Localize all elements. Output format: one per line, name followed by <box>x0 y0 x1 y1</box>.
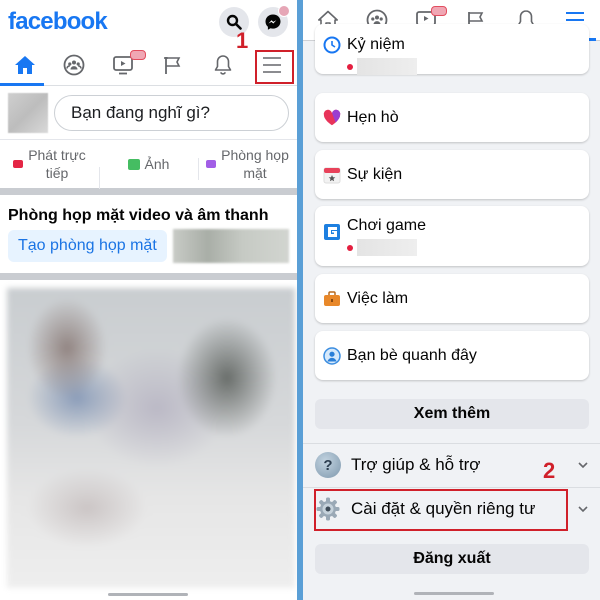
photo-button[interactable]: Ảnh <box>99 155 198 190</box>
chevron-down-icon <box>578 462 588 469</box>
home-icon <box>14 55 35 74</box>
user-avatar[interactable] <box>8 92 48 133</box>
bell-icon <box>214 54 232 75</box>
events-icon <box>323 166 341 184</box>
tab-home[interactable] <box>0 44 50 86</box>
feed-post-image[interactable] <box>7 288 295 588</box>
groups-icon <box>63 54 85 75</box>
post-composer: Bạn đang nghĩ gì? <box>0 86 297 140</box>
gaming-icon <box>323 223 341 241</box>
messenger-button[interactable] <box>258 5 290 37</box>
photo-icon <box>127 158 140 170</box>
tab-watch[interactable] <box>99 44 149 85</box>
live-video-button[interactable]: Phát trực tiếp <box>0 146 99 182</box>
room-icon <box>206 160 217 168</box>
watch-notification-badge <box>430 6 447 16</box>
notification-dot <box>347 244 353 251</box>
facebook-logo: facebook <box>8 8 108 35</box>
app-header: facebook <box>0 0 297 44</box>
rooms-title: Phòng họp mặt video và âm thanh <box>8 207 269 224</box>
menu-item-label: Sự kiện <box>347 165 403 183</box>
blurred-subtitle <box>357 239 417 256</box>
menu-item-jobs[interactable]: Việc làm <box>315 274 589 323</box>
menu-item-label: Hẹn hò <box>347 108 399 126</box>
annotation-highlight-settings <box>314 489 568 531</box>
help-icon: ? <box>315 452 341 478</box>
status-input[interactable]: Bạn đang nghĩ gì? <box>54 94 289 131</box>
menu-item-label: Kỷ niệm <box>347 36 405 53</box>
help-support-label: Trợ giúp & hỗ trợ <box>351 455 481 474</box>
facebook-feed-screen: facebook 1 Bạn đang nghĩ gì? Phát trực t… <box>0 0 297 600</box>
logout-button[interactable]: Đăng xuất <box>315 544 589 574</box>
tab-pages[interactable] <box>149 44 199 85</box>
dating-icon <box>323 109 341 127</box>
menu-item-label: Chơi game <box>347 217 426 234</box>
annotation-step-2: 2 <box>543 458 556 483</box>
see-more-button[interactable]: Xem thêm <box>315 399 589 429</box>
menu-item-events[interactable]: Sự kiện <box>315 150 589 199</box>
rooms-section: Phòng họp mặt video và âm thanh Tạo phòn… <box>0 195 297 280</box>
chevron-down-icon <box>578 506 588 513</box>
flag-icon <box>164 56 181 74</box>
messenger-notification-dot <box>278 5 290 17</box>
live-video-label: Phát trực tiếp <box>28 146 86 181</box>
nearby-friends-icon <box>323 346 341 365</box>
annotation-step-1: 1 <box>236 28 249 53</box>
room-thumbnail <box>172 229 289 263</box>
home-indicator <box>414 592 494 595</box>
menu-item-gaming[interactable]: Chơi game <box>315 206 589 266</box>
menu-item-nearby-friends[interactable]: Bạn bè quanh đây <box>315 331 589 380</box>
composer-actions: Phát trực tiếp Ảnh Phòng họp mặt <box>0 140 297 195</box>
live-video-icon <box>13 160 24 168</box>
jobs-icon <box>323 290 341 308</box>
facebook-menu-screen: Kỷ niệm Hẹn hò Sự kiện Chơi game Việc là… <box>303 0 600 600</box>
tab-groups[interactable] <box>50 44 100 85</box>
separator <box>303 443 600 444</box>
notification-dot <box>347 63 353 70</box>
home-indicator <box>108 593 188 596</box>
menu-item-memories[interactable]: Kỷ niệm <box>315 24 589 75</box>
room-button[interactable]: Phòng họp mặt <box>198 146 297 182</box>
menu-item-label: Việc làm <box>347 289 409 307</box>
menu-item-dating[interactable]: Hẹn hò <box>315 93 589 142</box>
left-tab-bar <box>0 44 297 86</box>
memories-icon <box>323 36 341 54</box>
separator <box>303 487 600 488</box>
menu-item-label: Bạn bè quanh đây <box>347 346 477 364</box>
create-room-button[interactable]: Tạo phòng họp mặt <box>8 230 167 262</box>
blurred-subtitle <box>357 58 417 75</box>
annotation-highlight-menu <box>255 50 294 84</box>
photo-label: Ảnh <box>144 155 170 172</box>
room-label: Phòng họp mặt <box>221 146 289 181</box>
watch-notification-badge <box>129 50 146 60</box>
